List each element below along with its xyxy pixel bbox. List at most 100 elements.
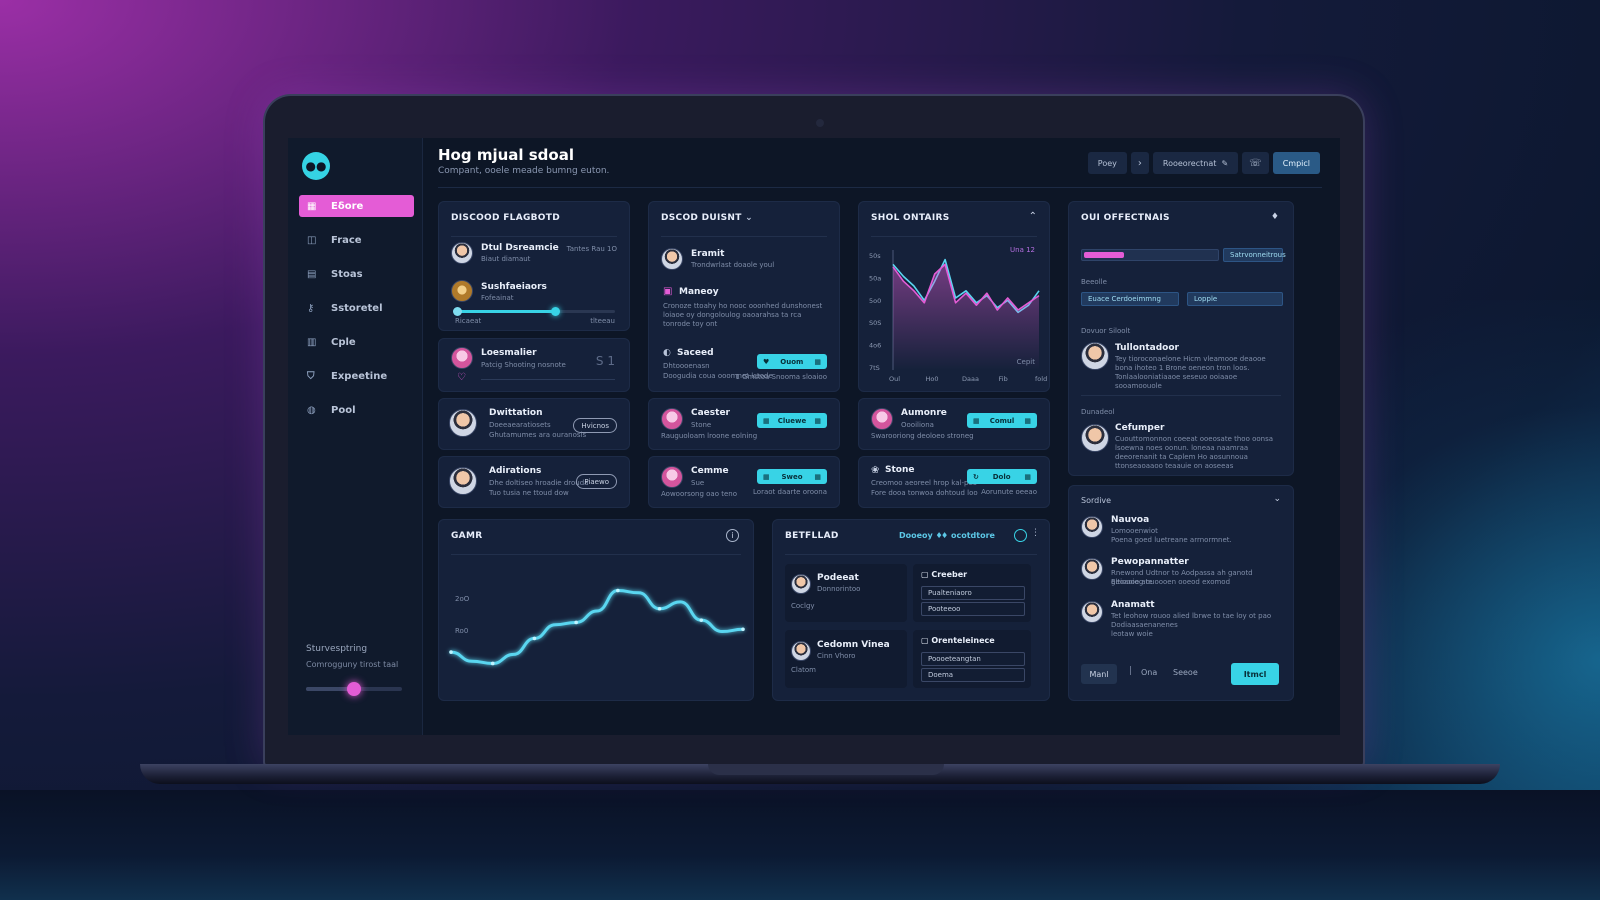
data-point (449, 650, 453, 654)
form-field[interactable]: Pooteeoo (921, 602, 1025, 616)
sidebar-item-sstoretel[interactable]: ⚷ Sstoretel (299, 297, 414, 319)
calendar-icon: ▤ (307, 268, 317, 280)
card-title[interactable]: DSCOD DUISNT ⌄ (661, 213, 753, 223)
dusgnt-action-button[interactable]: ♥ Ouom ▦ (757, 354, 827, 369)
filter-dropdown[interactable]: Dooeoy ♦ (899, 531, 943, 540)
grid-icon: ▦ (307, 200, 317, 212)
heart-icon[interactable]: ♡ (457, 372, 466, 383)
dwittation-card[interactable]: Dwittation Doeeaearatiosets Ghutamumes a… (438, 398, 630, 450)
button-label: Cluewe (777, 416, 807, 425)
section-label: Dunadeol (1081, 408, 1115, 416)
series-area (893, 264, 1039, 370)
filter-dropdown[interactable]: ♦ ocotdtore (941, 531, 995, 540)
status-ring-icon[interactable] (1014, 529, 1027, 542)
slider-knob[interactable] (551, 307, 561, 316)
chip[interactable]: Euace Cerdoeimmng (1081, 292, 1179, 306)
form-column: ▢ Orenteleinece Poooeteangtan Doema (913, 630, 1031, 688)
section-label: Dovuor Siloolt (1081, 327, 1131, 335)
avatar (1081, 601, 1103, 623)
sidebar-nav: ▦ Eδore ◫ Frace ▤ Stoas ⚷ Sstoretel ▥ Cple ⛉ E… (299, 195, 414, 433)
sordive-card: Sordive ⌄ Nauvoa Lomooenwiot Poena goed … (1068, 485, 1294, 701)
bell-icon[interactable]: ♦ (1271, 212, 1279, 222)
avatar (791, 641, 811, 661)
sidebar: ●● ▦ Eδore ◫ Frace ▤ Stoas ⚷ Sstoretel ▥ Cple… (288, 138, 423, 735)
footer-button[interactable]: Manl (1081, 664, 1117, 684)
chip[interactable]: Lopple (1187, 292, 1283, 306)
form-field[interactable]: Pualteniaoro (921, 586, 1025, 600)
person-card[interactable]: Podeeat Donnorintoo Coclgy (785, 564, 907, 622)
button-label: Dolo (992, 472, 1011, 481)
row-text: Cronoze ttoahy ho nooc ooonhed dunshones… (663, 302, 823, 328)
y-tick-label: 5o0 (869, 297, 881, 305)
aumonre-card[interactable]: Aumonre Oooiliona Swarooriong deoloeo st… (858, 398, 1050, 450)
header-button-label: Rooeorectnat (1162, 158, 1217, 168)
stone-action-button[interactable]: ↻ Dolo ▦ (967, 469, 1037, 484)
primary-button[interactable]: Itmcl (1231, 663, 1279, 685)
header-button-poey[interactable]: Poey (1087, 152, 1127, 174)
caester-action-button[interactable]: ▦ Cluewe ▦ (757, 413, 827, 428)
gamr-chart-card: GAMR i 2oO Ro0 (438, 519, 754, 701)
slider-label-right: tlteeau (590, 317, 615, 325)
dwittation-button[interactable]: Hvicnos (573, 418, 617, 433)
progress-bar (1081, 249, 1219, 261)
row-name: Cemme (691, 466, 729, 476)
cemme-action-button[interactable]: ▦ Sweo ▦ (757, 469, 827, 484)
aumonre-action-button[interactable]: ▦ Comul ▦ (967, 413, 1037, 428)
row-text: Dodiaasaenanenes (1111, 621, 1178, 629)
stone-card[interactable]: ❀ Stone Creomoo aeoreel hrop kal-peo For… (858, 456, 1050, 508)
divider (785, 554, 1037, 555)
flagboard-card: DISCOOD FLAGBOTD Dtul Dsreamcie Biaut di… (438, 201, 630, 331)
form-field[interactable]: Doema (921, 668, 1025, 682)
footer-link[interactable]: Seeoe (1173, 668, 1198, 677)
footer-link[interactable]: Ona (1141, 668, 1157, 677)
sidebar-item-home[interactable]: ▦ Eδore (299, 195, 414, 217)
sidebar-slider[interactable] (306, 682, 402, 696)
loesmaller-card[interactable]: ♡ Loesmalier Patcig Shooting nosnote S 1 (438, 338, 630, 392)
phone-icon[interactable]: ☏ (1242, 152, 1269, 174)
data-point (490, 661, 495, 666)
data-point (657, 606, 662, 611)
chevron-down-icon[interactable]: ⌄ (1273, 494, 1281, 504)
chat-bubble-icon[interactable]: ●● (302, 152, 330, 180)
y-tick-label: 4o6 (869, 342, 881, 350)
image-icon: ▣ (663, 286, 673, 297)
chevron-down-icon: ⌄ (745, 213, 753, 223)
progress-button[interactable]: Satrvonneitrous (1223, 248, 1286, 262)
button-meta: Loraot daarte oroona (753, 488, 827, 496)
key-icon: ⚷ (307, 302, 315, 314)
header-button-settings[interactable]: Rooeorectnat ✎ (1152, 152, 1239, 174)
row-text: Clatom (791, 666, 816, 674)
sidebar-item-label: Sstoretel (331, 302, 383, 314)
avatar (661, 248, 683, 270)
row-subtitle: Patcig Shooting nosnote (481, 361, 566, 369)
divider (661, 236, 827, 237)
edit-icon: ✎ (1221, 158, 1229, 168)
header-divider (438, 187, 1322, 188)
flag-slider[interactable] (453, 307, 615, 316)
row-name: Eramit (691, 249, 725, 259)
adirations-card[interactable]: Adirations Dhe doltiseo hroadie drouda T… (438, 456, 630, 508)
row-name: Anamatt (1111, 600, 1155, 610)
column-title-text: Creeber (931, 570, 968, 579)
chart-legend: Una 12 (1010, 246, 1035, 254)
refresh-icon: ↻ (973, 472, 979, 481)
person-card[interactable]: Cedomn Vinea Cinn Vhoro Clatom (785, 630, 907, 688)
slider-knob[interactable] (347, 682, 361, 696)
row-meta: Tantes Rau 1O (566, 245, 617, 253)
form-field[interactable]: Poooeteangtan (921, 652, 1025, 666)
sidebar-item-stoas[interactable]: ▤ Stoas (299, 263, 414, 285)
header-primary-button[interactable]: Cmpicl (1272, 152, 1320, 174)
sidebar-footer-subtitle: Comrogguny tirost taal (306, 660, 399, 669)
sidebar-item-cple[interactable]: ▥ Cple (299, 331, 414, 353)
sidebar-item-expeetine[interactable]: ⛉ Expeetine (299, 365, 414, 387)
sidebar-item-pool[interactable]: ◍ Pool (299, 399, 414, 421)
row-text: Dhe doltiseo hroadie drouda (489, 479, 589, 487)
adirations-button[interactable]: Piaewo (576, 474, 617, 489)
sidebar-item-frace[interactable]: ◫ Frace (299, 229, 414, 251)
avatar (1081, 424, 1109, 452)
cemme-card[interactable]: Cemme Sue Aowoorsong oao teno ▦ Sweo ▦ Lor… (648, 456, 840, 508)
caester-card[interactable]: Caester Stone Rauguoloam lroone eolning … (648, 398, 840, 450)
avatar (451, 242, 473, 264)
more-icon[interactable]: ⋮ (1031, 528, 1040, 538)
chevron-right-icon[interactable]: › (1130, 152, 1149, 174)
